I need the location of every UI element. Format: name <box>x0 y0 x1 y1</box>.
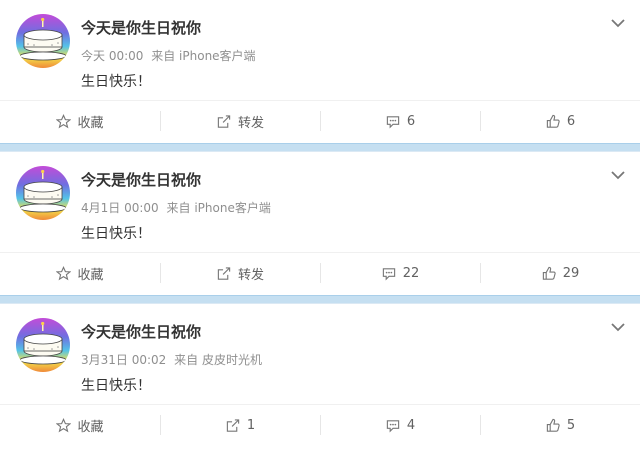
action-bar: 收藏 转发 6 6 <box>0 100 640 141</box>
weibo-feed: 今天是你生日祝你 今天 00:00 来自 iPhone客户端 生日快乐！ 收藏 … <box>0 0 640 447</box>
avatar[interactable] <box>16 318 70 372</box>
action-bar: 收藏 1 4 5 <box>0 404 640 445</box>
like-button[interactable]: 29 <box>480 253 640 293</box>
comment-count: 6 <box>406 113 416 129</box>
post-time[interactable]: 4月1日 00:00 <box>81 201 159 215</box>
post-source: 来自 iPhone客户端 <box>166 201 271 215</box>
comment-bubble-icon <box>386 419 400 432</box>
favorite-label: 收藏 <box>77 267 104 283</box>
chevron-down-icon[interactable] <box>610 14 626 28</box>
post-separator <box>0 295 640 304</box>
action-bar: 收藏 转发 22 29 <box>0 252 640 293</box>
post-separator <box>0 143 640 152</box>
post-card: 今天是你生日祝你 今天 00:00 来自 iPhone客户端 生日快乐！ 收藏 … <box>0 0 640 143</box>
thumbs-up-icon <box>546 114 560 128</box>
comment-button[interactable]: 4 <box>320 405 480 445</box>
avatar[interactable] <box>16 166 70 220</box>
post-meta: 4月1日 00:00 来自 iPhone客户端 <box>81 199 275 216</box>
comment-bubble-icon <box>382 267 395 280</box>
comment-button[interactable]: 6 <box>320 101 480 141</box>
comment-bubble-icon <box>386 115 400 128</box>
post-meta: 3月31日 00:02 来自 皮皮时光机 <box>81 351 266 368</box>
post-meta: 今天 00:00 来自 iPhone客户端 <box>81 47 260 64</box>
favorite-button[interactable]: 收藏 <box>0 253 160 293</box>
favorite-label: 收藏 <box>77 115 104 131</box>
comment-count: 22 <box>402 265 420 281</box>
like-button[interactable]: 6 <box>480 101 640 141</box>
repost-button[interactable]: 转发 <box>160 253 320 293</box>
post-card: 今天是你生日祝你 4月1日 00:00 来自 iPhone客户端 生日快乐！ 收… <box>0 152 640 295</box>
post-text: 生日快乐！ <box>81 378 151 394</box>
repost-count: 1 <box>246 417 256 433</box>
chevron-down-icon[interactable] <box>610 318 626 332</box>
repost-button[interactable]: 转发 <box>160 101 320 141</box>
share-square-icon <box>217 114 231 128</box>
repost-button[interactable]: 1 <box>160 405 320 445</box>
birthday-cake-icon <box>16 318 70 372</box>
post-time[interactable]: 今天 00:00 <box>81 49 143 63</box>
like-count: 6 <box>566 113 576 129</box>
favorite-label: 收藏 <box>77 419 104 435</box>
avatar[interactable] <box>16 14 70 68</box>
post-source: 来自 皮皮时光机 <box>174 353 262 367</box>
thumbs-up-icon <box>546 418 560 432</box>
comment-count: 4 <box>406 417 416 433</box>
author-name[interactable]: 今天是你生日祝你 <box>81 321 201 342</box>
post-source: 来自 iPhone客户端 <box>151 49 256 63</box>
star-outline-icon <box>56 265 72 280</box>
chevron-down-icon[interactable] <box>610 166 626 180</box>
favorite-button[interactable]: 收藏 <box>0 101 160 141</box>
post-text: 生日快乐！ <box>81 226 151 242</box>
star-outline-icon <box>56 417 72 432</box>
share-square-icon <box>226 418 240 432</box>
share-square-icon <box>217 266 231 280</box>
post-card: 今天是你生日祝你 3月31日 00:02 来自 皮皮时光机 生日快乐！ 收藏 1… <box>0 304 640 447</box>
author-name[interactable]: 今天是你生日祝你 <box>81 17 201 38</box>
birthday-cake-icon <box>16 166 70 220</box>
birthday-cake-icon <box>16 14 70 68</box>
star-outline-icon <box>56 113 72 128</box>
author-name[interactable]: 今天是你生日祝你 <box>81 169 201 190</box>
comment-button[interactable]: 22 <box>320 253 480 293</box>
post-text: 生日快乐！ <box>81 74 151 90</box>
thumbs-up-icon <box>542 266 556 280</box>
favorite-button[interactable]: 收藏 <box>0 405 160 445</box>
repost-label: 转发 <box>237 267 264 283</box>
like-count: 29 <box>562 265 580 281</box>
like-button[interactable]: 5 <box>480 405 640 445</box>
post-time[interactable]: 3月31日 00:02 <box>81 353 166 367</box>
like-count: 5 <box>566 417 576 433</box>
repost-label: 转发 <box>237 115 264 131</box>
